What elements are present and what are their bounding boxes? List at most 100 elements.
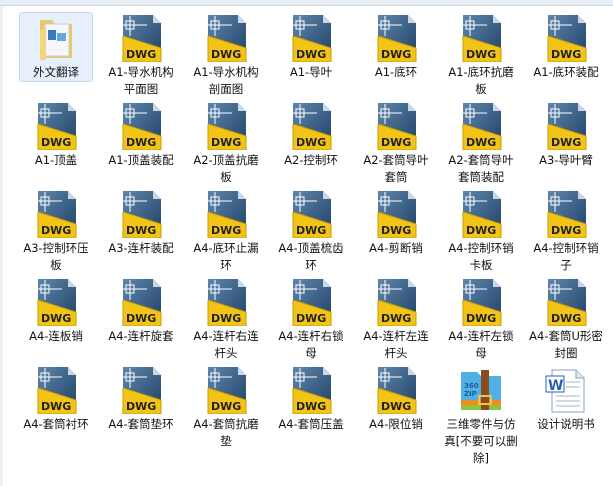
file-name: A4-连杆左锁母 xyxy=(448,329,514,360)
svg-text:DWG: DWG xyxy=(211,400,241,413)
svg-text:DWG: DWG xyxy=(211,48,241,61)
file-item-dwg[interactable]: DWG A3-控制环压板 xyxy=(19,188,93,272)
file-item-dwg[interactable]: DWG A1-导水机构平面图 xyxy=(104,12,178,96)
svg-text:DWG: DWG xyxy=(126,400,156,413)
svg-text:DWG: DWG xyxy=(41,136,71,149)
svg-text:DWG: DWG xyxy=(381,400,411,413)
dwg-file-icon: DWG xyxy=(542,102,590,151)
file-name: A4-连杆旋套 xyxy=(108,329,174,343)
svg-text:DWG: DWG xyxy=(551,312,581,325)
file-item-dwg[interactable]: DWG A2-顶盖抗磨板 xyxy=(189,100,263,184)
word-document-icon: W xyxy=(542,366,590,414)
svg-text:DWG: DWG xyxy=(41,312,71,325)
file-item-dwg[interactable]: DWG A4-套筒垫环 xyxy=(104,364,178,434)
svg-text:DWG: DWG xyxy=(381,312,411,325)
file-item-dwg[interactable]: DWG A4-连杆旋套 xyxy=(104,276,178,346)
file-name: A1-顶盖 xyxy=(34,153,78,167)
file-item-dwg[interactable]: DWG A2-套筒导叶套筒 xyxy=(359,100,433,184)
file-name: A4-连杆右连杆头 xyxy=(193,329,259,360)
file-name: 外文翻译 xyxy=(33,65,79,79)
file-item-dwg[interactable]: DWG A1-导叶 xyxy=(274,12,348,82)
file-item-zip[interactable]: 360 ZIP 三维零件与仿真[不要可以删除] xyxy=(444,364,518,465)
file-item-dwg[interactable]: DWG A4-套筒U形密封圈 xyxy=(529,276,603,360)
file-item-dwg[interactable]: DWG A4-底环止漏环 xyxy=(189,188,263,272)
svg-text:DWG: DWG xyxy=(381,136,411,149)
dwg-file-icon: DWG xyxy=(457,190,505,239)
svg-text:DWG: DWG xyxy=(551,48,581,61)
file-item-dwg[interactable]: DWG A1-顶盖装配 xyxy=(104,100,178,170)
file-item-dwg[interactable]: DWG A4-连杆左锁母 xyxy=(444,276,518,360)
file-item-dwg[interactable]: DWG A4-连杆右连杆头 xyxy=(189,276,263,360)
file-item-dwg[interactable]: DWG A4-套筒压盖 xyxy=(274,364,348,434)
svg-text:DWG: DWG xyxy=(296,136,326,149)
dwg-file-icon: DWG xyxy=(202,366,250,415)
file-name: A4-控制环销子 xyxy=(533,241,599,272)
file-item-dwg[interactable]: DWG A1-底环装配 xyxy=(529,12,603,82)
file-item-dwg[interactable]: DWG A1-导水机构剖面图 xyxy=(189,12,263,96)
file-item-dwg[interactable]: DWG A4-顶盖梳齿环 xyxy=(274,188,348,272)
svg-text:DWG: DWG xyxy=(296,48,326,61)
file-item-dwg[interactable]: DWG A4-套筒衬环 xyxy=(19,364,93,434)
file-item-dwg[interactable]: DWG A1-顶盖 xyxy=(19,100,93,170)
svg-text:DWG: DWG xyxy=(296,224,326,237)
file-name: A1-导水机构剖面图 xyxy=(193,65,259,96)
svg-text:W: W xyxy=(548,378,563,394)
file-item-dwg[interactable]: DWG A2-套筒导叶套筒装配 xyxy=(444,100,518,184)
file-name: A2-套筒导叶套筒装配 xyxy=(448,153,514,184)
dwg-file-icon: DWG xyxy=(457,14,505,63)
svg-text:DWG: DWG xyxy=(211,224,241,237)
file-name: A4-顶盖梳齿环 xyxy=(278,241,344,272)
file-item-word[interactable]: W 设计说明书 xyxy=(529,364,603,434)
file-item-dwg[interactable]: DWG A4-剪断销 xyxy=(359,188,433,258)
svg-text:DWG: DWG xyxy=(466,224,496,237)
file-name: A4-底环止漏环 xyxy=(193,241,259,272)
svg-text:DWG: DWG xyxy=(41,400,71,413)
dwg-file-icon: DWG xyxy=(32,278,80,327)
file-item-dwg[interactable]: DWG A4-连板销 xyxy=(19,276,93,346)
file-name: A3-导叶臂 xyxy=(539,153,593,167)
file-item-dwg[interactable]: DWG A4-套筒抗磨垫 xyxy=(189,364,263,448)
dwg-file-icon: DWG xyxy=(287,366,335,415)
dwg-file-icon: DWG xyxy=(287,278,335,327)
dwg-file-icon: DWG xyxy=(542,278,590,327)
dwg-file-icon: DWG xyxy=(287,14,335,63)
dwg-file-icon: DWG xyxy=(542,14,590,63)
zip-archive-icon: 360 ZIP xyxy=(457,366,505,414)
svg-text:ZIP: ZIP xyxy=(464,390,477,398)
file-item-dwg[interactable]: DWG A1-底环抗磨板 xyxy=(444,12,518,96)
svg-text:DWG: DWG xyxy=(126,312,156,325)
svg-text:DWG: DWG xyxy=(211,312,241,325)
file-name: A4-连杆右锁母 xyxy=(278,329,344,360)
file-item-folder[interactable]: 外文翻译 xyxy=(19,12,93,82)
file-name: A4-限位销 xyxy=(369,417,423,431)
svg-text:DWG: DWG xyxy=(41,224,71,237)
file-item-dwg[interactable]: DWG A4-控制环销卡板 xyxy=(444,188,518,272)
file-name: A1-底环抗磨板 xyxy=(448,65,514,96)
svg-text:DWG: DWG xyxy=(296,400,326,413)
file-item-dwg[interactable]: DWG A3-连杆装配 xyxy=(104,188,178,258)
dwg-file-icon: DWG xyxy=(117,190,165,239)
dwg-file-icon: DWG xyxy=(287,190,335,239)
file-item-dwg[interactable]: DWG A1-底环 xyxy=(359,12,433,82)
file-item-dwg[interactable]: DWG A4-限位销 xyxy=(359,364,433,434)
dwg-file-icon: DWG xyxy=(32,102,80,151)
file-item-dwg[interactable]: DWG A3-导叶臂 xyxy=(529,100,603,170)
dwg-file-icon: DWG xyxy=(117,102,165,151)
file-name: A1-底环 xyxy=(374,65,418,79)
navigation-pane-edge xyxy=(0,6,3,486)
file-name: A1-导叶 xyxy=(289,65,333,79)
file-name: A4-套筒抗磨垫 xyxy=(193,417,259,448)
file-name: A1-顶盖装配 xyxy=(108,153,174,167)
file-name: A4-控制环销卡板 xyxy=(448,241,514,272)
file-item-dwg[interactable]: DWG A4-连杆左连杆头 xyxy=(359,276,433,360)
file-item-dwg[interactable]: DWG A2-控制环 xyxy=(274,100,348,170)
dwg-file-icon: DWG xyxy=(372,102,420,151)
svg-text:DWG: DWG xyxy=(381,48,411,61)
svg-text:DWG: DWG xyxy=(126,136,156,149)
file-item-dwg[interactable]: DWG A4-连杆右锁母 xyxy=(274,276,348,360)
svg-text:DWG: DWG xyxy=(466,136,496,149)
dwg-file-icon: DWG xyxy=(287,102,335,151)
file-name: A4-连板销 xyxy=(29,329,83,343)
file-item-dwg[interactable]: DWG A4-控制环销子 xyxy=(529,188,603,272)
file-name: A4-套筒垫环 xyxy=(108,417,174,431)
